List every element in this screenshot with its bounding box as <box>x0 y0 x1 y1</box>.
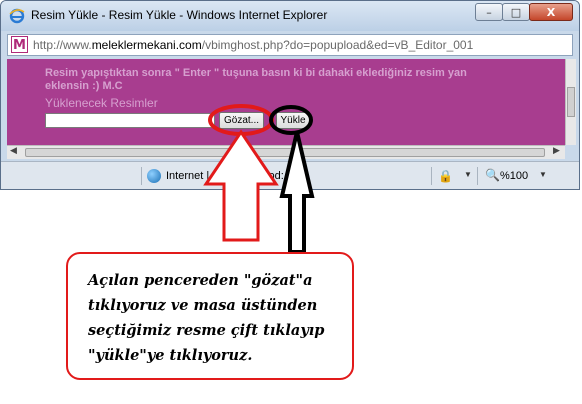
maximize-button[interactable]: □ <box>502 3 530 21</box>
address-bar[interactable]: M http://www.meleklermekani.com/vbimghos… <box>7 34 573 56</box>
close-icon: X <box>546 5 556 19</box>
chevron-down-icon[interactable]: ▼ <box>464 170 472 179</box>
horizontal-scroll-thumb[interactable] <box>25 148 545 157</box>
url-path: /vbimghost.php?do=popupload&ed=vB_Editor… <box>201 38 474 52</box>
ie-window: Resim Yükle - Resim Yükle - Windows Inte… <box>0 0 580 190</box>
chevron-down-icon[interactable]: ▼ <box>539 170 547 179</box>
close-button[interactable]: X <box>529 3 573 21</box>
vertical-scrollbar[interactable] <box>565 59 576 145</box>
internet-explorer-icon <box>9 8 25 24</box>
title-bar[interactable]: Resim Yükle - Resim Yükle - Windows Inte… <box>1 1 579 31</box>
status-bar: Internet | Korumalı Mod: Açık 🔒 ▼ 🔍 %100… <box>1 161 579 189</box>
upload-button[interactable]: Yükle <box>276 112 310 129</box>
page-content: Resim yapıştıktan sonra " Enter " tuşuna… <box>7 59 565 145</box>
callout-text: Açılan pencereden "gözat"a tıklıyoruz ve… <box>88 272 325 364</box>
url-prefix: http://www. <box>33 38 92 52</box>
file-path-input[interactable] <box>45 113 215 128</box>
info-message-line2: eklensin :) M.C <box>45 80 123 92</box>
info-message-line1: Resim yapıştıktan sonra " Enter " tuşuna… <box>45 67 467 79</box>
protected-mode-icon[interactable]: 🔒 <box>438 169 453 183</box>
status-divider <box>431 167 432 185</box>
horizontal-scrollbar[interactable]: ◀ ▶ <box>7 145 565 159</box>
window-title: Resim Yükle - Resim Yükle - Windows Inte… <box>31 8 328 22</box>
minimize-button[interactable]: – <box>475 3 503 21</box>
site-favicon-icon: M <box>11 36 28 53</box>
maximize-icon: □ <box>510 5 522 19</box>
internet-zone-globe-icon <box>147 169 161 183</box>
scroll-right-arrow-icon[interactable]: ▶ <box>553 146 560 156</box>
address-url[interactable]: http://www.meleklermekani.com/vbimghost.… <box>33 38 473 52</box>
minimize-icon: – <box>486 5 492 19</box>
scroll-left-arrow-icon[interactable]: ◀ <box>10 146 17 156</box>
browse-button[interactable]: Gözat... <box>219 112 264 129</box>
instruction-callout: Açılan pencereden "gözat"a tıklıyoruz ve… <box>66 252 354 380</box>
zoom-magnifier-icon[interactable]: 🔍 <box>485 168 500 182</box>
upload-label: Yüklenecek Resimler <box>45 96 158 110</box>
security-zone-text[interactable]: Internet | Korumalı Mod: Açık <box>166 170 308 182</box>
status-divider <box>477 167 478 185</box>
vertical-scroll-thumb[interactable] <box>567 87 575 117</box>
url-domain: meleklermekani.com <box>91 38 202 52</box>
status-divider <box>141 167 142 185</box>
zoom-level[interactable]: %100 <box>500 170 528 182</box>
